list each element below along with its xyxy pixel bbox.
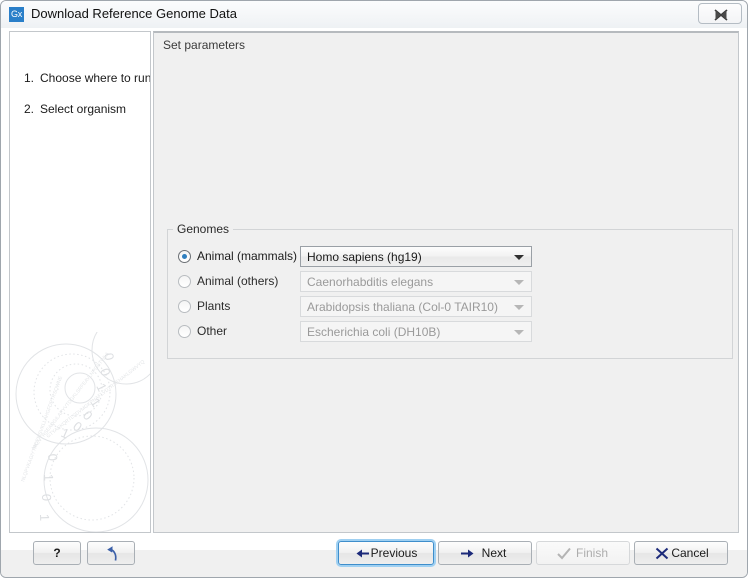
step-label: Select organism [40, 102, 127, 116]
previous-button[interactable]: Previous [338, 541, 434, 565]
step-number: 1. [24, 71, 35, 85]
genome-select-other: Escherichia coli (DH10B) [300, 321, 532, 342]
app-icon: Gx [9, 7, 24, 22]
genome-select-animal-others: Caenorhabditis elegans [300, 271, 532, 292]
radio-label-other: Other [197, 324, 228, 338]
genomes-legend: Genomes [173, 222, 234, 236]
help-button[interactable]: ? [33, 541, 81, 565]
radio-label-animal-mammals: Animal (mammals) [197, 249, 298, 263]
svg-text:NLQPVKAGIYTRDEMSVKLLAHGFDPTRSQ: NLQPVKAGIYTRDEMSVKLLAHGFDPTRSQWNE [20, 375, 64, 483]
svg-text:0: 0 [70, 418, 85, 434]
window-title: Download Reference Genome Data [31, 6, 237, 21]
svg-text:0: 0 [39, 494, 54, 502]
svg-text:1: 1 [59, 425, 72, 442]
svg-text:1: 1 [37, 514, 52, 522]
radio-animal-others[interactable] [178, 275, 191, 288]
dialog-footer: ? Previous Next Finish Cancel [1, 541, 747, 577]
dialog-content: 1. Choose where to run 2. Select organism … [1, 28, 747, 550]
radio-label-animal-others: Animal (others) [197, 274, 279, 288]
genome-select-value: Escherichia coli (DH10B) [307, 325, 441, 339]
finish-button: Finish [536, 541, 630, 565]
title-bar: Gx Download Reference Genome Data [1, 1, 747, 28]
previous-button-label: Previous [370, 546, 418, 560]
cancel-button-label: Cancel [671, 546, 709, 560]
genome-select-value: Homo sapiens (hg19) [307, 250, 422, 264]
steps-sidebar: 1. Choose where to run 2. Select organism … [9, 31, 151, 533]
sidebar-item-choose-where-to-run[interactable]: 1. Choose where to run [24, 71, 151, 85]
svg-text:GTYAEKQRTLSDVMGKPNAFLVDTRSEHAK: GTYAEKQRTLSDVMGKPNAFLVDTRSEHAKLGWVYQ [46, 359, 147, 440]
radio-plants[interactable] [178, 300, 191, 313]
svg-text:0: 0 [35, 532, 50, 533]
close-icon [714, 9, 728, 21]
chevron-down-icon [514, 280, 524, 285]
next-button-label: Next [481, 546, 507, 560]
undo-arrow-icon [107, 546, 117, 561]
genomes-groupbox: Genomes Animal (mammals) Homo sapiens (h… [167, 222, 733, 359]
svg-text:1: 1 [93, 381, 110, 394]
svg-text:MKLVTRSEAQGILAPYVTDGKLSRFEAVLN: MKLVTRSEAQGILAPYVTDGKLSRFEAVLNPGSTWLA [31, 351, 111, 452]
step-label: Choose where to run [40, 71, 151, 85]
panel-header: Set parameters [163, 38, 246, 52]
genome-select-value: Caenorhabditis elegans [307, 275, 434, 289]
next-button[interactable]: Next [438, 541, 532, 565]
svg-text:1: 1 [88, 395, 104, 409]
svg-text:1: 1 [41, 474, 56, 482]
sidebar-item-select-organism[interactable]: 2. Select organism [24, 102, 126, 116]
chevron-down-icon [514, 255, 524, 260]
help-button-label: ? [53, 546, 61, 560]
watermark-graphic: 0 0 1 1 0 0 1 0 1 0 1 0 MKLVTRSEAQGILAPY… [15, 332, 150, 533]
genome-select-plants: Arabidopsis thaliana (Col-0 TAIR10) [300, 296, 532, 317]
radio-animal-mammals[interactable] [178, 250, 191, 263]
chevron-down-icon [514, 330, 524, 335]
svg-text:0: 0 [80, 408, 96, 424]
reset-button[interactable] [87, 541, 135, 565]
cancel-button[interactable]: Cancel [634, 541, 728, 565]
svg-text:0: 0 [101, 352, 117, 362]
radio-label-plants: Plants [197, 299, 231, 313]
svg-text:0: 0 [97, 366, 114, 378]
close-button[interactable] [698, 3, 742, 24]
genome-select-animal-mammals[interactable]: Homo sapiens (hg19) [300, 246, 532, 267]
radio-other[interactable] [178, 325, 191, 338]
chevron-down-icon [514, 305, 524, 310]
dialog-window: Gx Download Reference Genome Data 1. Choo… [0, 0, 748, 578]
finish-button-label: Finish [575, 546, 608, 560]
parameters-panel: Set parameters Genomes Animal (mammals) … [153, 31, 739, 533]
genome-select-value: Arabidopsis thaliana (Col-0 TAIR10) [307, 300, 498, 314]
step-number: 2. [24, 102, 35, 116]
svg-text:0: 0 [45, 453, 60, 461]
